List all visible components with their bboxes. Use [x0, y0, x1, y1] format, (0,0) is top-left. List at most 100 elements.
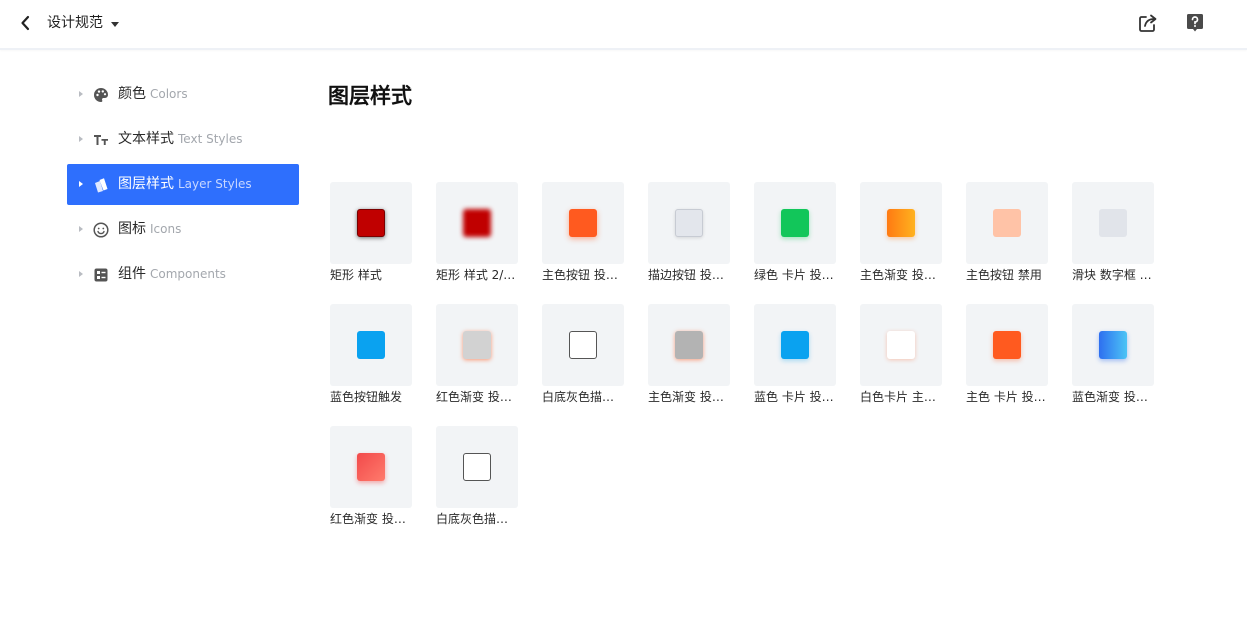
style-card[interactable]: 白底灰色描…: [542, 304, 624, 404]
style-swatch: [357, 331, 385, 359]
layer-style-grid: 矩形 样式 矩形 样式 2/… 主色按钮 投… 描边按钮 投… 绿色 卡片 投……: [330, 182, 1180, 526]
style-card[interactable]: 主色按钮 禁用: [966, 182, 1048, 282]
style-card[interactable]: 白色卡片 主…: [860, 304, 942, 404]
expand-arrow-icon: [79, 136, 83, 142]
style-name: 白色卡片 主…: [860, 390, 936, 404]
sidebar-item-label: 图层样式 Layer Styles: [118, 176, 252, 192]
style-thumbnail: [436, 182, 518, 264]
style-swatch: [781, 331, 809, 359]
sidebar-item-label: 颜色 Colors: [118, 86, 188, 102]
style-name: 白底灰色描…: [436, 512, 509, 526]
style-swatch: [463, 453, 491, 481]
style-card[interactable]: 主色渐变 投…: [648, 304, 730, 404]
style-card[interactable]: 矩形 样式 2/…: [436, 182, 518, 282]
sidebar-item-icons[interactable]: 图标 Icons: [67, 209, 299, 250]
style-card[interactable]: 红色渐变 投…: [436, 304, 518, 404]
expand-arrow-icon: [79, 181, 83, 187]
sidebar-item-layer-styles[interactable]: 图层样式 Layer Styles: [67, 164, 299, 205]
style-swatch: [887, 331, 915, 359]
style-name: 描边按钮 投…: [648, 268, 724, 282]
style-swatch: [993, 331, 1021, 359]
style-name: 绿色 卡片 投…: [754, 268, 834, 282]
style-name: 主色渐变 投…: [648, 390, 724, 404]
style-card[interactable]: 描边按钮 投…: [648, 182, 730, 282]
style-thumbnail: [436, 304, 518, 386]
style-swatch: [993, 209, 1021, 237]
component-icon: [94, 268, 108, 282]
caret-down-icon: [111, 21, 119, 27]
style-swatch: [781, 209, 809, 237]
style-thumbnail: [860, 182, 942, 264]
style-card[interactable]: 绿色 卡片 投…: [754, 182, 836, 282]
style-swatch: [887, 209, 915, 237]
project-title-dropdown[interactable]: 设计规范: [47, 13, 119, 33]
style-swatch: [675, 209, 703, 237]
help-icon: [1187, 14, 1203, 32]
style-name: 主色按钮 投…: [542, 268, 618, 282]
style-thumbnail: [860, 304, 942, 386]
style-card[interactable]: 主色按钮 投…: [542, 182, 624, 282]
style-card[interactable]: 蓝色按钮触发: [330, 304, 412, 404]
style-card[interactable]: 主色渐变 投…: [860, 182, 942, 282]
style-thumbnail: [330, 182, 412, 264]
expand-arrow-icon: [79, 91, 83, 97]
layer-style-icon: [95, 178, 108, 193]
share-button[interactable]: [1137, 12, 1159, 34]
style-card[interactable]: 矩形 样式: [330, 182, 412, 282]
style-thumbnail: [330, 304, 412, 386]
style-name: 主色按钮 禁用: [966, 268, 1042, 282]
style-thumbnail: [330, 426, 412, 508]
top-bar: 设计规范: [0, 0, 1247, 50]
style-name: 主色 卡片 投…: [966, 390, 1046, 404]
style-swatch: [569, 209, 597, 237]
page-title: 图层样式: [328, 84, 412, 108]
style-thumbnail: [648, 182, 730, 264]
style-name: 蓝色按钮触发: [330, 390, 403, 404]
style-swatch: [1099, 209, 1127, 237]
chevron-left-icon: [21, 15, 30, 31]
style-name: 红色渐变 投…: [436, 390, 512, 404]
style-swatch: [357, 209, 385, 237]
palette-icon: [94, 88, 108, 102]
text-style-icon: [94, 135, 108, 145]
sidebar-item-label: 组件 Components: [118, 266, 226, 282]
style-card[interactable]: 滑块 数字框 …: [1072, 182, 1154, 282]
style-name: 矩形 样式 2/…: [436, 268, 516, 282]
style-thumbnail: [542, 182, 624, 264]
style-thumbnail: [754, 182, 836, 264]
style-thumbnail: [542, 304, 624, 386]
style-name: 蓝色渐变 投…: [1072, 390, 1148, 404]
expand-arrow-icon: [79, 271, 83, 277]
style-name: 红色渐变 投…: [330, 512, 406, 526]
style-thumbnail: [436, 426, 518, 508]
style-card[interactable]: 红色渐变 投…: [330, 426, 412, 526]
expand-arrow-icon: [79, 226, 83, 232]
sidebar-item-label: 文本样式 Text Styles: [118, 131, 243, 147]
sidebar-item-components[interactable]: 组件 Components: [67, 254, 299, 295]
style-thumbnail: [966, 182, 1048, 264]
style-thumbnail: [754, 304, 836, 386]
project-title: 设计规范: [47, 15, 103, 31]
style-name: 蓝色 卡片 投…: [754, 390, 834, 404]
style-name: 矩形 样式: [330, 268, 382, 282]
style-name: 滑块 数字框 …: [1072, 268, 1152, 282]
back-button[interactable]: [16, 13, 36, 33]
style-card[interactable]: 蓝色渐变 投…: [1072, 304, 1154, 404]
style-name: 主色渐变 投…: [860, 268, 936, 282]
sidebar-item-colors[interactable]: 颜色 Colors: [67, 74, 299, 115]
style-name: 白底灰色描…: [542, 390, 615, 404]
style-swatch: [569, 331, 597, 359]
sidebar-item-text-styles[interactable]: 文本样式 Text Styles: [67, 119, 299, 160]
help-button[interactable]: [1184, 12, 1206, 34]
sidebar-item-label: 图标 Icons: [118, 221, 182, 237]
smiley-icon: [93, 222, 109, 238]
style-card[interactable]: 蓝色 卡片 投…: [754, 304, 836, 404]
style-card[interactable]: 白底灰色描…: [436, 426, 518, 526]
style-thumbnail: [648, 304, 730, 386]
style-swatch: [1099, 331, 1127, 359]
style-swatch: [675, 331, 703, 359]
style-swatch: [463, 331, 491, 359]
style-card[interactable]: 主色 卡片 投…: [966, 304, 1048, 404]
sidebar-nav: 颜色 Colors 文本样式 Text Styles 图层样式 Layer Style…: [67, 74, 299, 299]
style-swatch: [357, 453, 385, 481]
